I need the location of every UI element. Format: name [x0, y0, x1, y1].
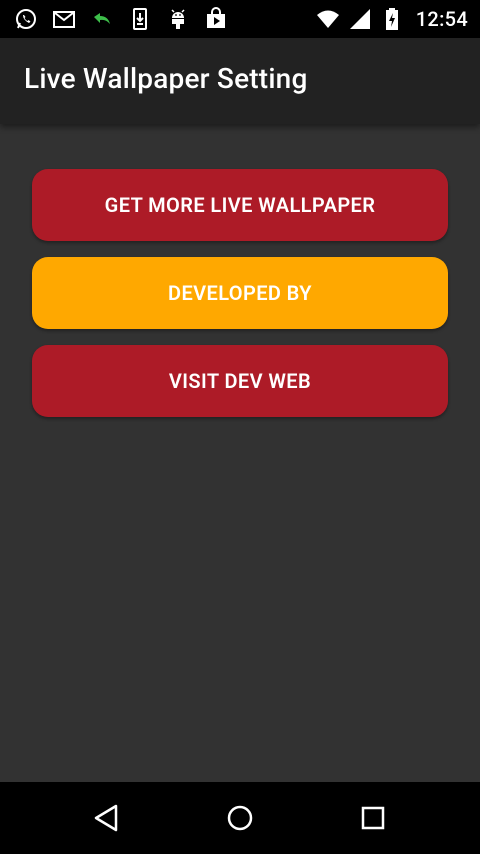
android-icon — [166, 7, 190, 31]
recents-button[interactable] — [353, 800, 393, 836]
clock: 12:54 — [415, 7, 468, 31]
download-icon — [128, 7, 152, 31]
battery-charging-icon — [380, 7, 404, 31]
status-bar: 12:54 — [0, 0, 480, 38]
wifi-icon — [316, 7, 340, 31]
notification-icons — [14, 6, 228, 32]
get-more-live-wallpaper-button[interactable]: GET MORE LIVE WALLPAPER — [32, 169, 448, 241]
gmail-icon — [52, 7, 76, 31]
visit-dev-web-button[interactable]: VISIT DEV WEB — [32, 345, 448, 417]
back-button[interactable] — [88, 800, 128, 836]
play-store-icon — [204, 7, 228, 31]
page-title: Live Wallpaper Setting — [24, 62, 308, 95]
back-icon — [94, 804, 118, 832]
recents-icon — [361, 806, 385, 830]
home-button[interactable] — [220, 800, 260, 836]
app-bar: Live Wallpaper Setting — [0, 38, 480, 124]
whatsapp-icon — [14, 7, 38, 31]
home-icon — [227, 805, 253, 831]
signal-icon — [348, 7, 372, 31]
navigation-bar — [0, 782, 480, 854]
developed-by-button[interactable]: DEVELOPED BY — [32, 257, 448, 329]
system-icons: 12:54 — [316, 6, 468, 32]
call-forward-icon — [90, 7, 114, 31]
main-content: GET MORE LIVE WALLPAPER DEVELOPED BY VIS… — [0, 124, 480, 782]
